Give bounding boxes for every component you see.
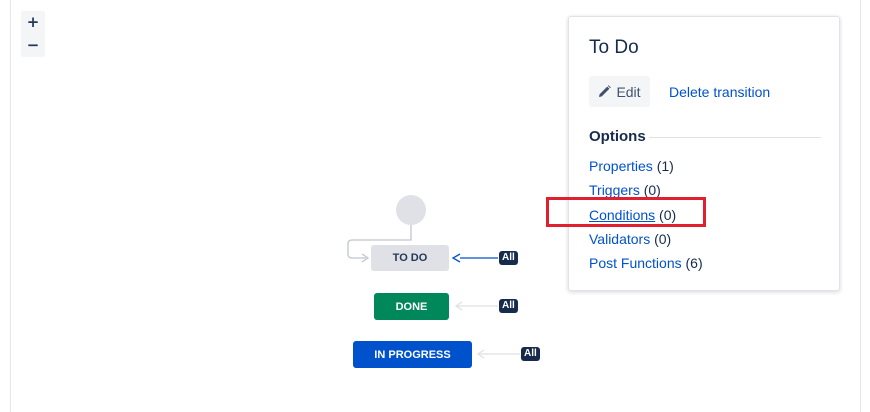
option-properties: Properties (1) bbox=[589, 158, 703, 182]
conditions-highlight-box bbox=[546, 197, 706, 227]
initial-state-node[interactable] bbox=[396, 195, 426, 225]
post-functions-link[interactable]: Post Functions bbox=[589, 255, 682, 271]
edit-button-label: Edit bbox=[616, 83, 641, 100]
all-transition-badge-done[interactable]: All bbox=[499, 299, 518, 313]
status-in-progress[interactable]: IN PROGRESS bbox=[353, 341, 472, 368]
pencil-icon bbox=[599, 85, 612, 97]
post-functions-count: (6) bbox=[685, 255, 703, 272]
options-heading: Options bbox=[589, 128, 646, 145]
status-todo[interactable]: TO DO bbox=[371, 245, 449, 271]
options-divider bbox=[649, 137, 821, 138]
validators-count: (0) bbox=[654, 230, 672, 247]
triggers-link[interactable]: Triggers bbox=[589, 182, 640, 198]
delete-transition-link[interactable]: Delete transition bbox=[669, 84, 770, 100]
all-transition-badge-in-progress[interactable]: All bbox=[521, 347, 540, 361]
option-validators: Validators (0) bbox=[589, 231, 703, 255]
transition-details-panel: To Do Edit Delete transition Options Pro… bbox=[568, 16, 840, 291]
properties-link[interactable]: Properties bbox=[589, 158, 653, 174]
edit-button[interactable]: Edit bbox=[589, 76, 650, 107]
validators-link[interactable]: Validators bbox=[589, 231, 650, 247]
all-to-todo-arrowhead bbox=[451, 253, 461, 263]
triggers-count: (0) bbox=[643, 182, 661, 199]
panel-title: To Do bbox=[589, 37, 639, 58]
all-transition-badge-todo[interactable]: All bbox=[499, 251, 518, 265]
option-post-functions: Post Functions (6) bbox=[589, 255, 703, 279]
properties-count: (1) bbox=[656, 158, 674, 174]
status-done[interactable]: DONE bbox=[374, 293, 449, 320]
